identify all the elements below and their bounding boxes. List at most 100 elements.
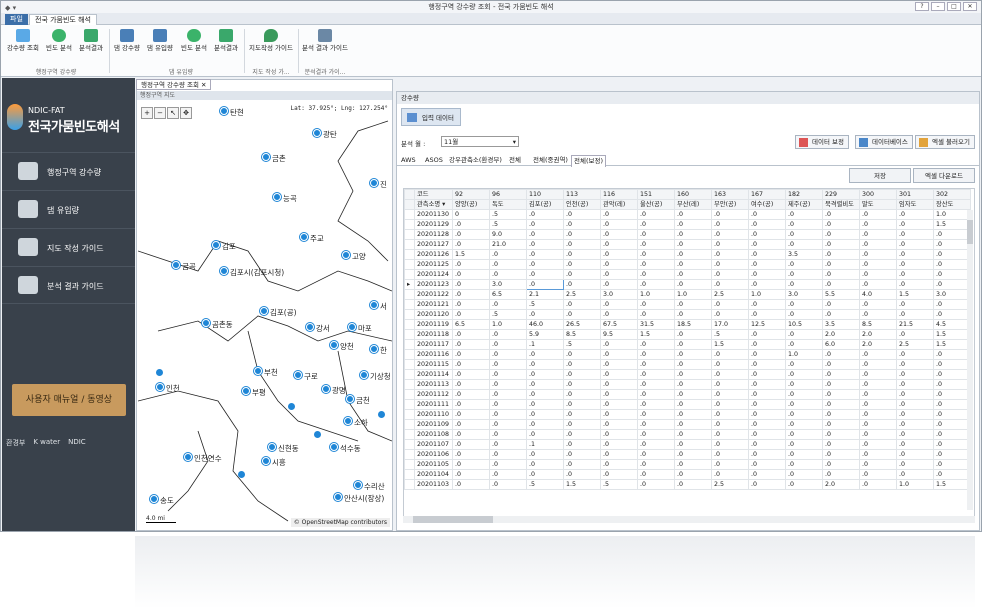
table-cell[interactable]: 20201115: [414, 359, 453, 370]
table-cell[interactable]: .0: [933, 429, 971, 440]
table-cell[interactable]: .0: [489, 389, 527, 400]
save-button[interactable]: 저장: [849, 168, 911, 183]
table-cell[interactable]: .0: [637, 239, 675, 250]
table-cell[interactable]: .0: [489, 369, 527, 380]
table-cell[interactable]: 1.5: [896, 289, 934, 300]
table-cell[interactable]: .0: [859, 379, 897, 390]
table-cell[interactable]: .0: [822, 439, 860, 450]
table-cell[interactable]: .0: [933, 449, 971, 460]
table-cell[interactable]: .0: [674, 359, 712, 370]
table-cell[interactable]: .0: [711, 409, 749, 420]
column-header[interactable]: 임자도: [896, 199, 934, 210]
table-cell[interactable]: .0: [674, 419, 712, 430]
table-cell[interactable]: .0: [933, 229, 971, 240]
table-cell[interactable]: .0: [748, 419, 786, 430]
table-cell[interactable]: .0: [785, 339, 823, 350]
table-cell[interactable]: .0: [489, 399, 527, 410]
table-cell[interactable]: .0: [859, 259, 897, 270]
table-cell[interactable]: 20201105: [414, 459, 453, 470]
table-cell[interactable]: .0: [859, 449, 897, 460]
table-cell[interactable]: .0: [563, 419, 601, 430]
table-cell[interactable]: .0: [748, 309, 786, 320]
column-header[interactable]: 독도: [489, 199, 527, 210]
table-cell[interactable]: .0: [822, 399, 860, 410]
table-cell[interactable]: .0: [563, 269, 601, 280]
minimize-button[interactable]: –: [931, 2, 945, 11]
table-cell[interactable]: .0: [563, 249, 601, 260]
table-cell[interactable]: .0: [822, 239, 860, 250]
table-cell[interactable]: .0: [489, 479, 527, 490]
table-cell[interactable]: .0: [785, 369, 823, 380]
table-cell[interactable]: .0: [748, 459, 786, 470]
station-marker[interactable]: [288, 403, 295, 410]
table-row[interactable]: 20201110.0.0.0.0.0.0.0.0.0.0.0.0.0.0: [404, 409, 971, 420]
tab-input-data[interactable]: 입력 데이터: [401, 108, 461, 126]
column-header[interactable]: 110: [526, 189, 564, 200]
table-cell[interactable]: .0: [452, 479, 490, 490]
map-label[interactable]: 마포: [348, 323, 372, 334]
table-cell[interactable]: 21.0: [489, 239, 527, 250]
table-cell[interactable]: .0: [526, 219, 564, 230]
table-cell[interactable]: .0: [822, 449, 860, 460]
table-cell[interactable]: 20201125: [414, 259, 453, 270]
tab-all-corrected[interactable]: 전체(보정): [571, 155, 606, 167]
column-header[interactable]: 코드: [414, 189, 453, 200]
table-cell[interactable]: .0: [526, 209, 564, 220]
table-cell[interactable]: .0: [452, 439, 490, 450]
table-cell[interactable]: .0: [748, 329, 786, 340]
tab-moe-station[interactable]: 강우관측소(환경부): [447, 155, 504, 166]
table-cell[interactable]: .0: [711, 449, 749, 460]
table-row[interactable]: 20201114.0.0.0.0.0.0.0.0.0.0.0.0.0.0: [404, 369, 971, 380]
table-cell[interactable]: 2.5: [711, 479, 749, 490]
table-cell[interactable]: 20201130: [414, 209, 453, 220]
table-cell[interactable]: .0: [526, 369, 564, 380]
table-cell[interactable]: .0: [674, 269, 712, 280]
table-cell[interactable]: 20201122: [414, 289, 453, 300]
table-cell[interactable]: 8.5: [563, 329, 601, 340]
table-cell[interactable]: .0: [637, 269, 675, 280]
station-marker[interactable]: [156, 369, 163, 376]
table-cell[interactable]: .0: [637, 459, 675, 470]
map-label[interactable]: 광탄: [313, 129, 337, 140]
table-cell[interactable]: .0: [896, 429, 934, 440]
tab-all-midbasin[interactable]: 전체(중권역): [531, 155, 570, 166]
table-cell[interactable]: .0: [563, 459, 601, 470]
table-row[interactable]: 20201107.0.0.1.0.0.0.0.0.0.0.0.0.0.0: [404, 439, 971, 450]
table-cell[interactable]: .0: [711, 249, 749, 260]
excel-import-button[interactable]: 엑셀 불러오기: [915, 135, 975, 149]
month-select[interactable]: 11월: [441, 136, 519, 147]
table-cell[interactable]: .0: [452, 459, 490, 470]
map-label[interactable]: 금곡: [172, 261, 196, 272]
table-cell[interactable]: .0: [822, 259, 860, 270]
table-cell[interactable]: 9.0: [489, 229, 527, 240]
table-cell[interactable]: .0: [674, 429, 712, 440]
table-row[interactable]: 20201104.0.0.0.0.0.0.0.0.0.0.0.0.0.0: [404, 469, 971, 480]
dam-result-button[interactable]: 분석결과: [211, 29, 241, 52]
table-cell[interactable]: .0: [563, 379, 601, 390]
table-cell[interactable]: .0: [748, 229, 786, 240]
table-cell[interactable]: .0: [896, 349, 934, 360]
table-cell[interactable]: .0: [600, 279, 638, 290]
column-header[interactable]: 116: [600, 189, 638, 200]
help-icon[interactable]: ?: [915, 2, 929, 11]
column-header[interactable]: 말도: [859, 199, 897, 210]
table-cell[interactable]: .0: [748, 449, 786, 460]
table-row[interactable]: 20201129.0.5.0.0.0.0.0.0.0.0.0.0.0 1.5: [404, 219, 971, 230]
table-cell[interactable]: .0: [563, 449, 601, 460]
table-cell[interactable]: .0: [822, 459, 860, 470]
column-header[interactable]: 113: [563, 189, 601, 200]
table-cell[interactable]: .0: [489, 339, 527, 350]
table-cell[interactable]: .0: [785, 419, 823, 430]
table-cell[interactable]: .0: [896, 259, 934, 270]
table-cell[interactable]: .0: [526, 469, 564, 480]
table-cell[interactable]: .0: [859, 469, 897, 480]
table-cell[interactable]: .0: [674, 229, 712, 240]
analysis-result-button[interactable]: 분석결과: [76, 29, 106, 52]
table-cell[interactable]: .0: [489, 269, 527, 280]
table-row[interactable]: 20201117.0.0.1.5.0.0.0 1.5.0.0 6.0 2.0 2.5 1.…: [404, 339, 971, 350]
table-cell[interactable]: .0: [489, 249, 527, 260]
table-cell[interactable]: 1.0: [489, 319, 527, 330]
table-cell[interactable]: .0: [452, 429, 490, 440]
table-row[interactable]: 20201121.0.0.5.0.0.0.0.0.0.0.0.0.0.0: [404, 299, 971, 310]
table-row[interactable]: 20201103.0.0.5 1.5.5.0.0 2.5.0.0 2.0.0 1.0 1.…: [404, 479, 971, 490]
